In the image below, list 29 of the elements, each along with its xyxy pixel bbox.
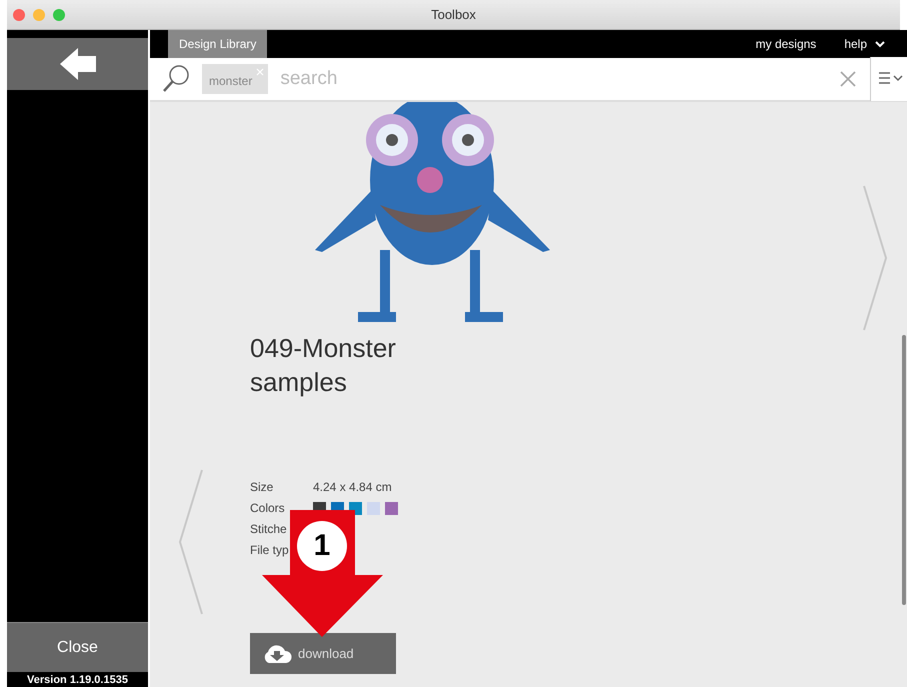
design-title: 049-Monster samples (250, 332, 397, 399)
chevron-right-icon (862, 184, 888, 332)
nav-link[interactable]: help (844, 30, 885, 58)
detail-label: Stitche (250, 521, 288, 537)
chevron-left-icon (178, 468, 204, 616)
download-button[interactable]: download (250, 633, 396, 674)
window-control-icon[interactable] (13, 9, 25, 21)
window-control-icon[interactable] (53, 9, 65, 21)
back-button[interactable] (7, 38, 148, 90)
window-control-icon[interactable] (33, 9, 45, 21)
menu-icon (879, 72, 903, 84)
nav-link[interactable]: my designs (756, 30, 816, 58)
detail-value: 4.24 x 4.84 cm (313, 479, 392, 495)
close-button[interactable]: Close (7, 622, 148, 672)
search-icon (162, 64, 190, 94)
menu-button[interactable] (870, 57, 907, 101)
scrollbar[interactable] (902, 335, 906, 605)
left-arrow-icon (58, 46, 98, 82)
chevron-down-icon (875, 40, 885, 48)
detail-label: Size (250, 479, 274, 495)
tag-label: monster (209, 74, 252, 88)
window-title: Toolbox (431, 7, 476, 22)
clear-icon (840, 71, 856, 87)
detail-label: Colors (250, 500, 286, 516)
close-icon (256, 68, 264, 76)
design-library-tab[interactable]: Design Library (168, 30, 268, 58)
cloud-download-icon (262, 644, 292, 664)
version-text: Version 1.19.0.1535 (26, 673, 129, 687)
detail-label: File typ (250, 542, 290, 558)
